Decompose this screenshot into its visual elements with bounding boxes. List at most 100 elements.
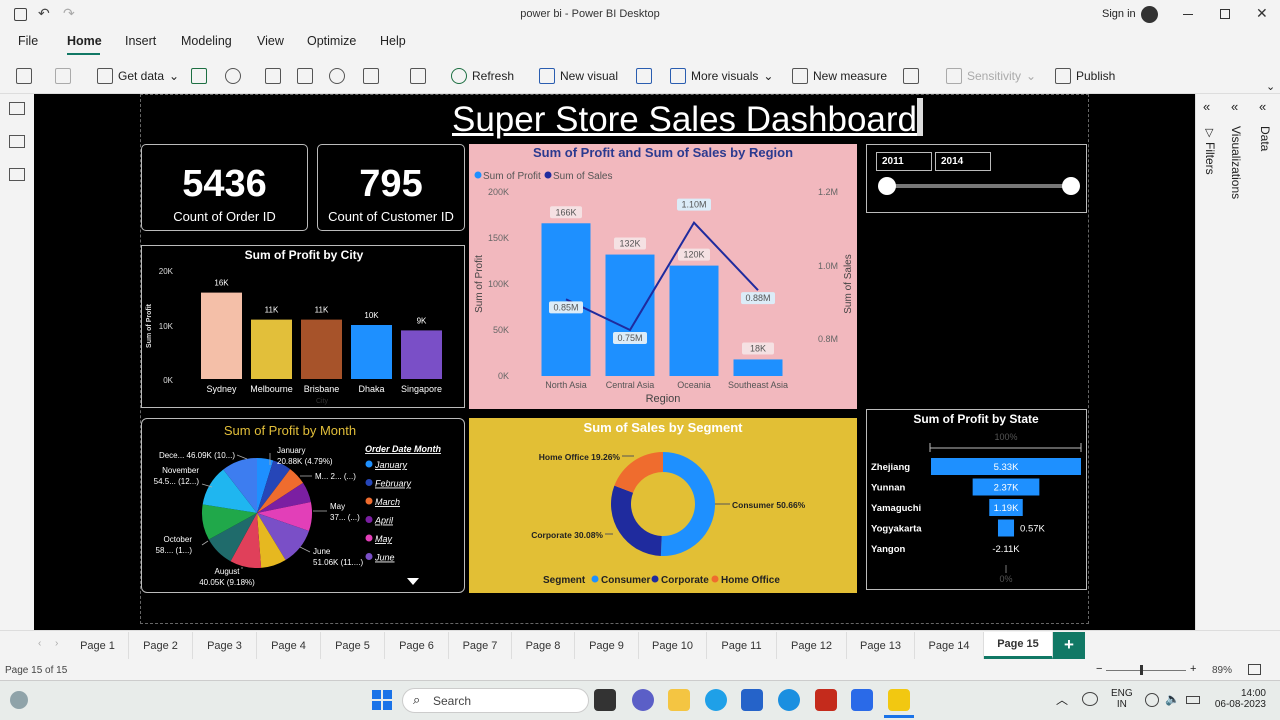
globe-icon[interactable] [1145, 693, 1159, 707]
enter-data-button[interactable] [297, 68, 313, 84]
excel-button[interactable] [191, 68, 207, 84]
kpi-customer-card[interactable]: 795 Count of Customer ID [317, 144, 465, 231]
minimize-button[interactable] [1183, 14, 1193, 15]
segment-legend-item[interactable]: Corporate [661, 575, 709, 586]
menu-file[interactable]: File [18, 34, 38, 48]
month-legend-item[interactable]: February [375, 479, 412, 489]
menu-view[interactable]: View [257, 34, 284, 48]
report-view-icon[interactable] [9, 102, 25, 115]
month-legend-item[interactable]: May [375, 534, 393, 544]
get-data-button[interactable]: Get data ⌄ [97, 68, 179, 84]
page-tab[interactable]: Page 13 [847, 632, 915, 659]
page-tab[interactable]: Page 15 [984, 632, 1053, 659]
table-view-icon[interactable] [9, 135, 25, 148]
close-button[interactable]: ✕ [1256, 5, 1268, 22]
menu-home[interactable]: Home [67, 34, 102, 48]
segment-chart[interactable]: Sum of Sales by Segment Consumer 50.66% C… [469, 418, 857, 593]
page-tab[interactable]: Page 2 [129, 632, 193, 659]
file-explorer-icon[interactable] [668, 689, 690, 711]
store-icon[interactable] [741, 689, 763, 711]
clock[interactable]: 14:00 06-08-2023 [1212, 688, 1266, 710]
month-legend-item[interactable]: January [374, 460, 408, 470]
segment-donut-slice[interactable] [660, 452, 716, 556]
month-legend-item[interactable]: March [375, 497, 400, 507]
publish-button[interactable]: Publish [1055, 68, 1115, 84]
sql-button[interactable] [265, 68, 281, 84]
segment-donut-slice[interactable] [614, 452, 663, 493]
segment-legend-item[interactable]: Consumer [601, 575, 651, 586]
tabs-prev-icon[interactable]: ‹ [38, 638, 41, 649]
format-painter-button[interactable] [55, 68, 71, 84]
state-chart[interactable]: Sum of Profit by State 100% 0% Zhejiang 5… [866, 409, 1087, 590]
region-profit-bar[interactable] [733, 359, 783, 376]
quick-measure-button[interactable] [903, 68, 919, 84]
data-pane-label[interactable]: Data [1258, 126, 1272, 151]
page-tab[interactable]: Page 6 [385, 632, 449, 659]
page-tab[interactable]: Page 10 [639, 632, 707, 659]
zoom-slider-handle[interactable] [1140, 665, 1143, 675]
legend-scroll-down-icon[interactable] [407, 578, 419, 585]
slicer-handle-end[interactable] [1062, 177, 1080, 195]
month-legend-item[interactable]: April [374, 516, 394, 526]
state-bar[interactable] [997, 519, 1015, 537]
tray-chevron-icon[interactable]: ︿ [1056, 691, 1068, 708]
mcafee-icon[interactable] [815, 689, 837, 711]
slicer-to-input[interactable]: 2014 [935, 152, 991, 171]
sensitivity-button[interactable]: Sensitivity ⌄ [946, 68, 1036, 84]
new-visual-button[interactable]: New visual [539, 68, 618, 84]
paste-button[interactable] [16, 68, 32, 84]
segment-legend-item[interactable]: Home Office [721, 575, 780, 586]
start-button[interactable] [372, 690, 392, 710]
kpi-order-card[interactable]: 5436 Count of Order ID [141, 144, 308, 231]
battery-icon[interactable] [1186, 696, 1200, 704]
page-tab[interactable]: Page 4 [257, 632, 321, 659]
city-chart[interactable]: Sum of Profit by City 20K 10K 0K Sum of … [141, 245, 465, 408]
region-sales-line[interactable] [565, 221, 759, 332]
month-chart[interactable]: Sum of Profit by Month Order Date Month … [141, 418, 465, 593]
page-tab[interactable]: Page 9 [575, 632, 639, 659]
model-view-icon[interactable] [9, 168, 25, 181]
page-tab[interactable]: Page 11 [707, 632, 777, 659]
account-icon[interactable] [1141, 6, 1158, 23]
region-chart[interactable]: Sum of Profit and Sum of Sales by Region… [469, 144, 857, 409]
power-bi-taskbar-icon[interactable] [888, 689, 910, 711]
transform-data-button[interactable] [410, 68, 426, 84]
visualizations-pane-label[interactable]: Visualizations [1229, 126, 1243, 199]
more-visuals-button[interactable]: More visuals ⌄ [670, 68, 773, 84]
volume-icon[interactable]: 🔈 [1165, 692, 1180, 706]
dataverse-button[interactable] [225, 68, 241, 84]
zoom-out-icon[interactable]: − [1096, 663, 1102, 675]
language-indicator[interactable]: ENG IN [1111, 688, 1133, 710]
recent-sources-button[interactable] [329, 68, 345, 84]
page-tab[interactable]: Page 14 [915, 632, 984, 659]
page-tab[interactable]: Page 7 [449, 632, 512, 659]
menu-optimize[interactable]: Optimize [307, 34, 356, 48]
sign-in-link[interactable]: Sign in [1102, 8, 1136, 20]
city-bar[interactable] [301, 319, 342, 379]
menu-insert[interactable]: Insert [125, 34, 156, 48]
add-page-button[interactable]: + [1053, 632, 1085, 659]
tabs-next-icon[interactable]: › [55, 638, 58, 649]
task-view-icon[interactable] [594, 689, 616, 711]
refresh-button[interactable]: Refresh [451, 68, 514, 84]
region-profit-bar[interactable] [669, 265, 719, 376]
filters-pane-label[interactable]: Filters [1203, 142, 1217, 175]
zoom-in-icon[interactable]: + [1190, 663, 1196, 675]
new-measure-button[interactable]: New measure [792, 68, 887, 84]
slicer-from-input[interactable]: 2011 [876, 152, 932, 171]
ribbon-collapse-icon[interactable]: ⌄ [1266, 80, 1275, 93]
network-status-icon[interactable] [1082, 692, 1098, 706]
visualizations-collapse-icon[interactable]: « [1231, 99, 1238, 114]
city-bar[interactable] [351, 325, 392, 379]
text-box-button[interactable] [636, 68, 652, 84]
page-tab[interactable]: Page 1 [67, 632, 129, 659]
page-tab[interactable]: Page 5 [321, 632, 385, 659]
zoom-slider-track[interactable] [1106, 670, 1186, 671]
mcafee-app-icon[interactable] [851, 689, 873, 711]
month-legend-item[interactable]: June [374, 553, 395, 563]
page-tab[interactable]: Page 12 [777, 632, 847, 659]
transform-button[interactable] [363, 68, 379, 84]
year-slicer[interactable]: 2011 2014 [866, 144, 1087, 213]
app-icon[interactable] [778, 689, 800, 711]
city-bar[interactable] [201, 292, 242, 379]
